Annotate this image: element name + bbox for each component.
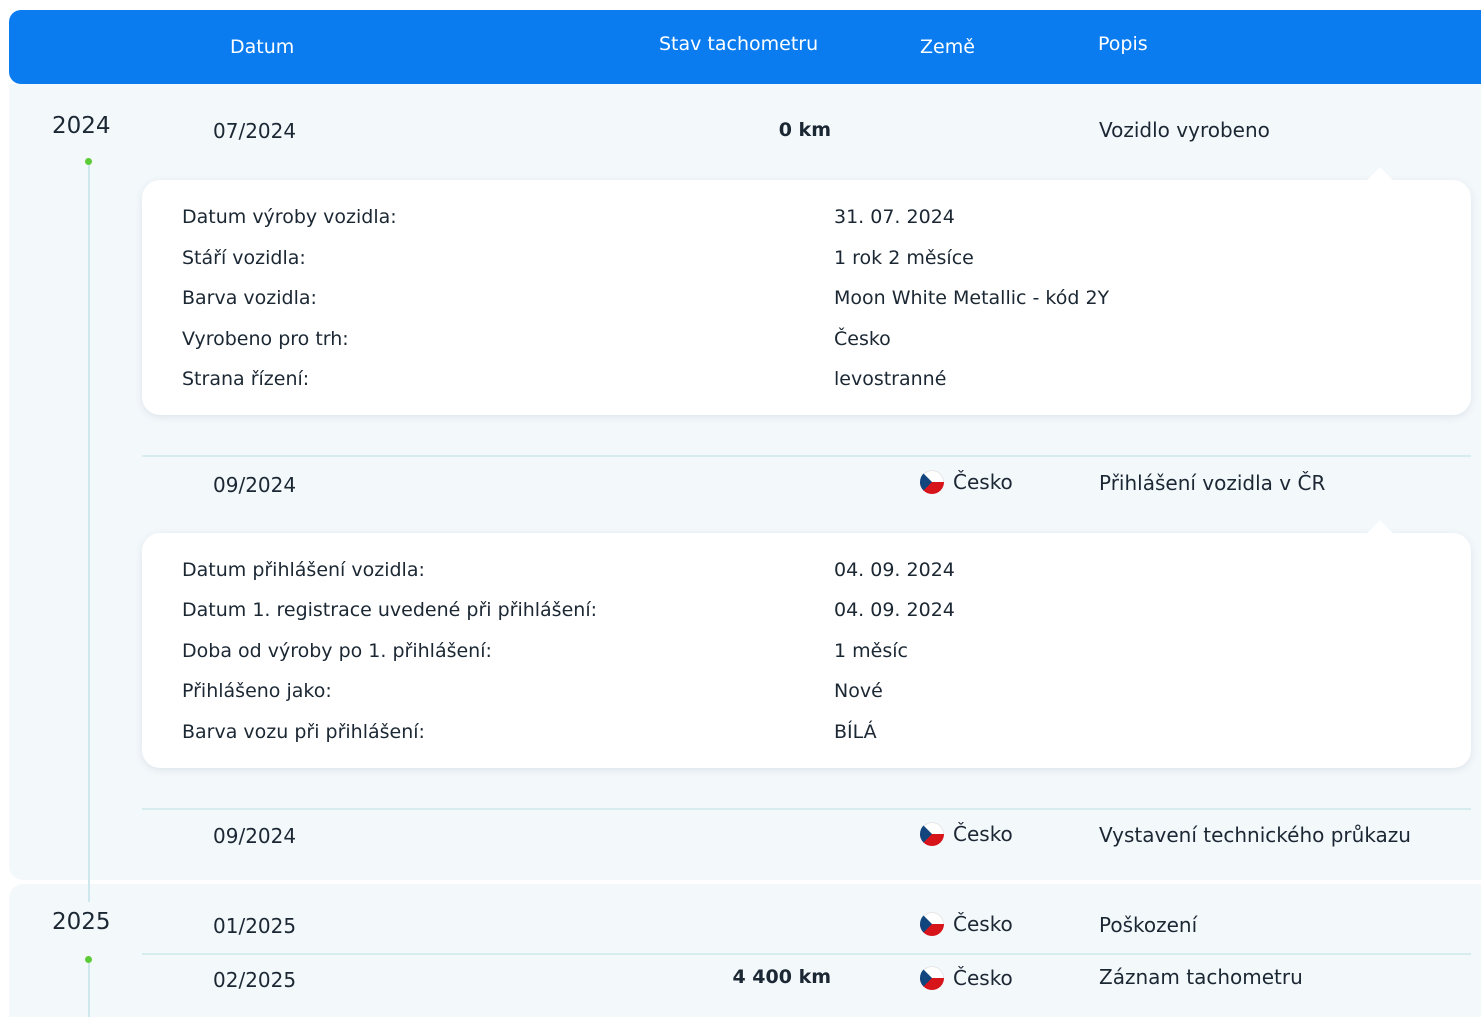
event-date: 01/2025 <box>213 914 297 938</box>
detail-label: Barva vozu při přihlášení: <box>182 721 425 743</box>
event-date: 02/2025 <box>213 968 297 992</box>
event-description: Záznam tachometru <box>1099 965 1303 989</box>
row-divider <box>142 953 1471 955</box>
detail-label: Doba od výroby po 1. přihlášení: <box>182 640 492 662</box>
column-header-odometer[interactable]: Stav tachometru <box>659 33 818 55</box>
detail-value: 1 měsíc <box>834 640 908 662</box>
detail-value: levostranné <box>834 368 947 390</box>
event-country: Česko <box>920 470 1013 494</box>
event-description: Poškození <box>1099 913 1198 937</box>
column-header-date[interactable]: Datum <box>230 36 294 58</box>
event-country: Česko <box>920 912 1013 936</box>
detail-value: Česko <box>834 328 891 350</box>
detail-value: 1 rok 2 měsíce <box>834 247 974 269</box>
timeline-dot <box>85 158 92 165</box>
detail-label: Datum přihlášení vozidla: <box>182 559 425 581</box>
row-divider <box>142 455 1471 457</box>
event-date: 09/2024 <box>213 824 297 848</box>
event-date: 07/2024 <box>213 119 297 143</box>
country-name: Česko <box>953 966 1013 990</box>
year-label: 2025 <box>52 909 111 935</box>
event-date: 09/2024 <box>213 473 297 497</box>
detail-value: BÍLÁ <box>834 721 877 743</box>
detail-card-production: Datum výroby vozidla: 31. 07. 2024 Stáří… <box>142 167 1471 415</box>
timeline-line <box>88 963 90 1017</box>
detail-label: Přihlášeno jako: <box>182 680 332 702</box>
czech-flag-icon <box>920 912 944 936</box>
detail-value: 04. 09. 2024 <box>834 599 955 621</box>
detail-value: Moon White Metallic - kód 2Y <box>834 287 1110 309</box>
event-odometer: 0 km <box>778 119 831 141</box>
table-header: Datum Stav tachometru Země Popis <box>9 10 1481 84</box>
detail-card-registration: Datum přihlášení vozidla: 04. 09. 2024 D… <box>142 520 1471 768</box>
detail-label: Datum 1. registrace uvedené při přihláše… <box>182 599 597 621</box>
czech-flag-icon <box>920 470 944 494</box>
year-section-2025 <box>9 884 1481 1017</box>
year-label: 2024 <box>52 113 111 139</box>
column-header-description[interactable]: Popis <box>1098 33 1148 55</box>
detail-label: Barva vozidla: <box>182 287 317 309</box>
detail-label: Strana řízení: <box>182 368 310 390</box>
country-name: Česko <box>953 822 1013 846</box>
column-header-country[interactable]: Země <box>920 36 975 58</box>
event-country: Česko <box>920 822 1013 846</box>
detail-value: 04. 09. 2024 <box>834 559 955 581</box>
czech-flag-icon <box>920 966 944 990</box>
event-description: Vystavení technického průkazu <box>1099 823 1411 847</box>
detail-label: Stáří vozidla: <box>182 247 306 269</box>
row-divider <box>142 808 1471 810</box>
timeline-line <box>88 165 90 901</box>
detail-value: Nové <box>834 680 883 702</box>
country-name: Česko <box>953 470 1013 494</box>
czech-flag-icon <box>920 822 944 846</box>
detail-value: 31. 07. 2024 <box>834 206 955 228</box>
timeline-line <box>88 884 90 902</box>
event-description: Vozidlo vyrobeno <box>1099 118 1270 142</box>
country-name: Česko <box>953 912 1013 936</box>
detail-label: Datum výroby vozidla: <box>182 206 397 228</box>
timeline-dot <box>85 956 92 963</box>
event-country: Česko <box>920 966 1013 990</box>
event-odometer: 4 400 km <box>732 966 831 988</box>
detail-label: Vyrobeno pro trh: <box>182 328 349 350</box>
event-description: Přihlášení vozidla v ČR <box>1099 471 1326 495</box>
